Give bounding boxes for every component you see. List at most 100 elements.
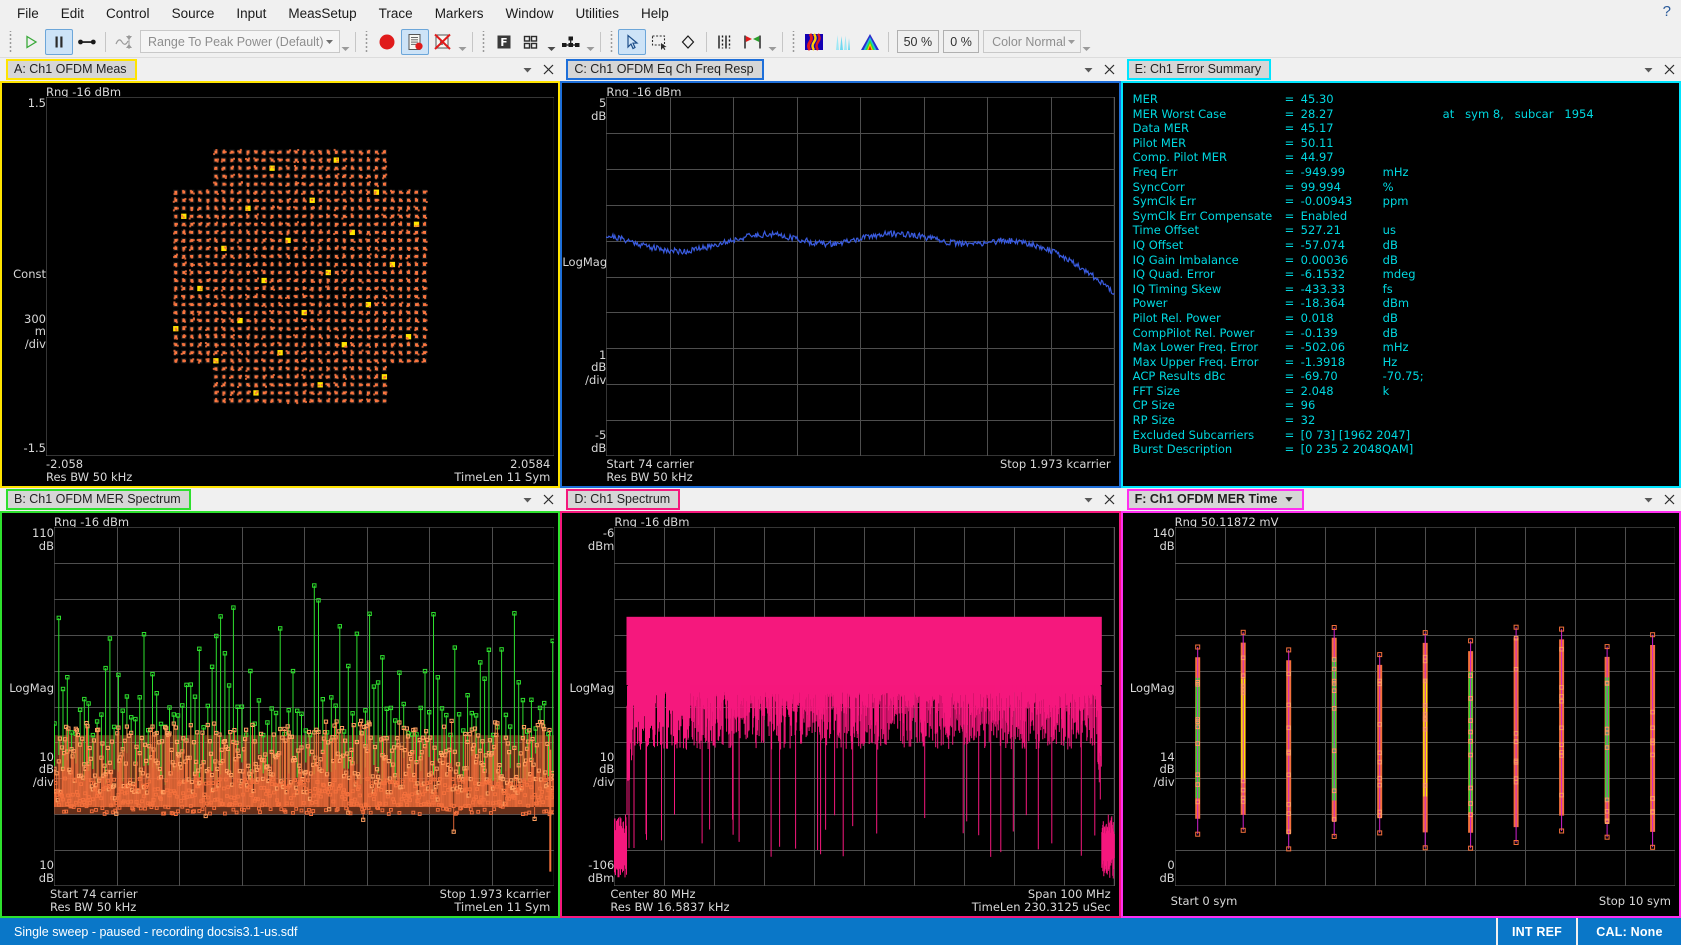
pane-f-plot[interactable]: Rng 50.11872 mV 140 dB LogMag 14 dB /div… (1121, 511, 1681, 918)
error-summary-equals: = (1285, 355, 1301, 370)
menu-item-meassetup[interactable]: MeasSetup (277, 3, 367, 24)
toolbar-grip-2[interactable] (363, 31, 370, 53)
pane-f-title-dropdown-icon[interactable] (1284, 494, 1294, 504)
record-button[interactable] (373, 29, 401, 55)
menu-item-trace[interactable]: Trace (368, 3, 424, 24)
toolbar-grip-5[interactable] (790, 31, 797, 53)
range-mode-select[interactable]: Range To Peak Power (Default) (140, 30, 340, 53)
marquee-tool-button[interactable] (646, 29, 674, 55)
pane-d-spectrum: D: Ch1 Spectrum Rng -16 dBm -6 dBm Lo (560, 488, 1120, 918)
pane-a-controls (522, 58, 554, 81)
menu-item-source[interactable]: Source (161, 3, 226, 24)
menu-item-help[interactable]: Help (630, 3, 680, 24)
stop-recording-button[interactable]: s (429, 29, 457, 55)
error-summary-label: IQ Timing Skew (1133, 282, 1285, 297)
pause-button[interactable] (45, 29, 73, 55)
pane-a-close-icon[interactable] (543, 64, 554, 75)
error-summary-row: Time Offset=527.21 us (1133, 223, 1679, 238)
pane-f-close-icon[interactable] (1664, 494, 1675, 505)
stop-recording-icon: s (433, 33, 453, 51)
error-summary-row: IQ Gain Imbalance=0.00036 dB (1133, 253, 1679, 268)
trace-node-button[interactable] (557, 29, 585, 55)
pane-d-close-icon[interactable] (1104, 494, 1115, 505)
error-summary-row: Power=-18.364dBm (1133, 296, 1679, 311)
error-summary-equals: = (1285, 442, 1301, 457)
error-summary-row: ACP Results dBc=-69.70-70.75; (1133, 369, 1679, 384)
pane-c-close-icon[interactable] (1104, 64, 1115, 75)
error-summary-unit (1383, 92, 1443, 107)
layout-spin-handle[interactable] (546, 30, 557, 54)
menu-item-window[interactable]: Window (494, 3, 564, 24)
menu-item-file[interactable]: File (6, 3, 50, 24)
trace-node-spin-handle[interactable] (585, 30, 596, 54)
single-step-button[interactable] (73, 29, 101, 55)
pane-e-content[interactable]: MER=45.30MER Worst Case=28.27at sym 8, s… (1121, 81, 1681, 488)
recording-file-button[interactable] (401, 29, 429, 55)
range-spin-handle[interactable] (340, 30, 351, 54)
record-spin-handle[interactable] (457, 30, 468, 54)
error-summary-unit (1383, 413, 1443, 428)
vertical-bands-button[interactable] (711, 29, 739, 55)
pointer-tool-button[interactable] (618, 29, 646, 55)
pane-d-plot[interactable]: Rng -16 dBm -6 dBm LogMag 10 dB /div -10… (560, 511, 1120, 918)
error-summary-equals: = (1285, 398, 1301, 413)
pane-e-dropdown-icon[interactable] (1643, 64, 1654, 75)
pane-c-title-text: C: Ch1 OFDM Eq Ch Freq Resp (574, 62, 753, 76)
error-summary-unit: mHz (1383, 165, 1443, 180)
gate-button[interactable] (739, 29, 767, 55)
toolbar-grip-3[interactable] (480, 31, 487, 53)
pane-b-plot[interactable]: Rng -16 dBm 110 dB LogMag 10 dB /div 10 … (0, 511, 560, 918)
color-spin-handle[interactable] (1081, 30, 1092, 54)
error-summary-row: MER=45.30 (1133, 92, 1679, 107)
measurement-window-grid: A: Ch1 OFDM Meas Rng -16 dBm 1.5 Cons (0, 58, 1681, 918)
gate-spin-handle[interactable] (767, 30, 778, 54)
error-summary-row: SymClk Err=-0.00943ppm (1133, 194, 1679, 209)
pane-e-title[interactable]: E: Ch1 Error Summary (1127, 59, 1271, 80)
pane-a-dropdown-icon[interactable] (522, 64, 533, 75)
layout-button[interactable] (518, 29, 546, 55)
pane-e-close-icon[interactable] (1664, 64, 1675, 75)
pane-c-dropdown-icon[interactable] (1083, 64, 1094, 75)
pane-b-foot-right-bottom: TimeLen 11 Sym (454, 901, 550, 914)
error-summary-row: RP Size=32 (1133, 413, 1679, 428)
menu-item-control[interactable]: Control (95, 3, 161, 24)
play-button[interactable] (17, 29, 45, 55)
toolbar-grip-4[interactable] (608, 31, 615, 53)
pane-b-close-icon[interactable] (543, 494, 554, 505)
pane-b-dropdown-icon[interactable] (522, 494, 533, 505)
help-question-icon[interactable]: ? (1663, 3, 1671, 20)
menu-item-input[interactable]: Input (225, 3, 277, 24)
status-int-ref[interactable]: INT REF (1496, 918, 1576, 945)
persistence-percent-field[interactable]: 50 % (897, 30, 940, 53)
pane-b-title[interactable]: B: Ch1 OFDM MER Spectrum (6, 489, 191, 510)
range-autoscale-button[interactable] (110, 29, 138, 55)
pane-c-title[interactable]: C: Ch1 OFDM Eq Ch Freq Resp (566, 59, 763, 80)
color-mode-select[interactable]: Color Normal (983, 30, 1081, 53)
error-summary-equals: = (1285, 194, 1301, 209)
format-button[interactable]: F (490, 29, 518, 55)
density-button[interactable] (856, 29, 884, 55)
pane-d-title[interactable]: D: Ch1 Spectrum (566, 489, 680, 510)
pane-c-plot[interactable]: Rng -16 dBm 5 dB LogMag 1 dB /div -5 dB … (560, 81, 1120, 488)
pane-f-dropdown-icon[interactable] (1643, 494, 1654, 505)
error-summary-value: 527.21 (1301, 223, 1383, 238)
waterfall-button[interactable] (828, 29, 856, 55)
error-summary-equals: = (1285, 209, 1301, 224)
menu-item-edit[interactable]: Edit (50, 3, 95, 24)
status-cal[interactable]: CAL: None (1576, 918, 1681, 945)
spectrogram-button[interactable] (800, 29, 828, 55)
pane-a-title[interactable]: A: Ch1 OFDM Meas (6, 59, 137, 80)
pane-f-title[interactable]: F: Ch1 OFDM MER Time (1127, 489, 1304, 510)
error-summary-label: SyncCorr (1133, 180, 1285, 195)
pane-d-dropdown-icon[interactable] (1083, 494, 1094, 505)
menu-item-utilities[interactable]: Utilities (564, 3, 630, 24)
toolbar-grip[interactable] (7, 31, 14, 53)
error-summary-unit: mHz (1383, 340, 1443, 355)
pane-c-foot-right-top: Stop 1.973 kcarrier (1000, 458, 1111, 471)
pane-a-plot[interactable]: Rng -16 dBm 1.5 Const 300 m /div -1.5 -2… (0, 81, 560, 488)
error-summary-unit: fs (1383, 282, 1443, 297)
marker-button[interactable] (674, 29, 702, 55)
toolbar-separator-3 (472, 32, 473, 52)
menu-item-markers[interactable]: Markers (424, 3, 495, 24)
intensity-percent-field[interactable]: 0 % (943, 30, 979, 53)
